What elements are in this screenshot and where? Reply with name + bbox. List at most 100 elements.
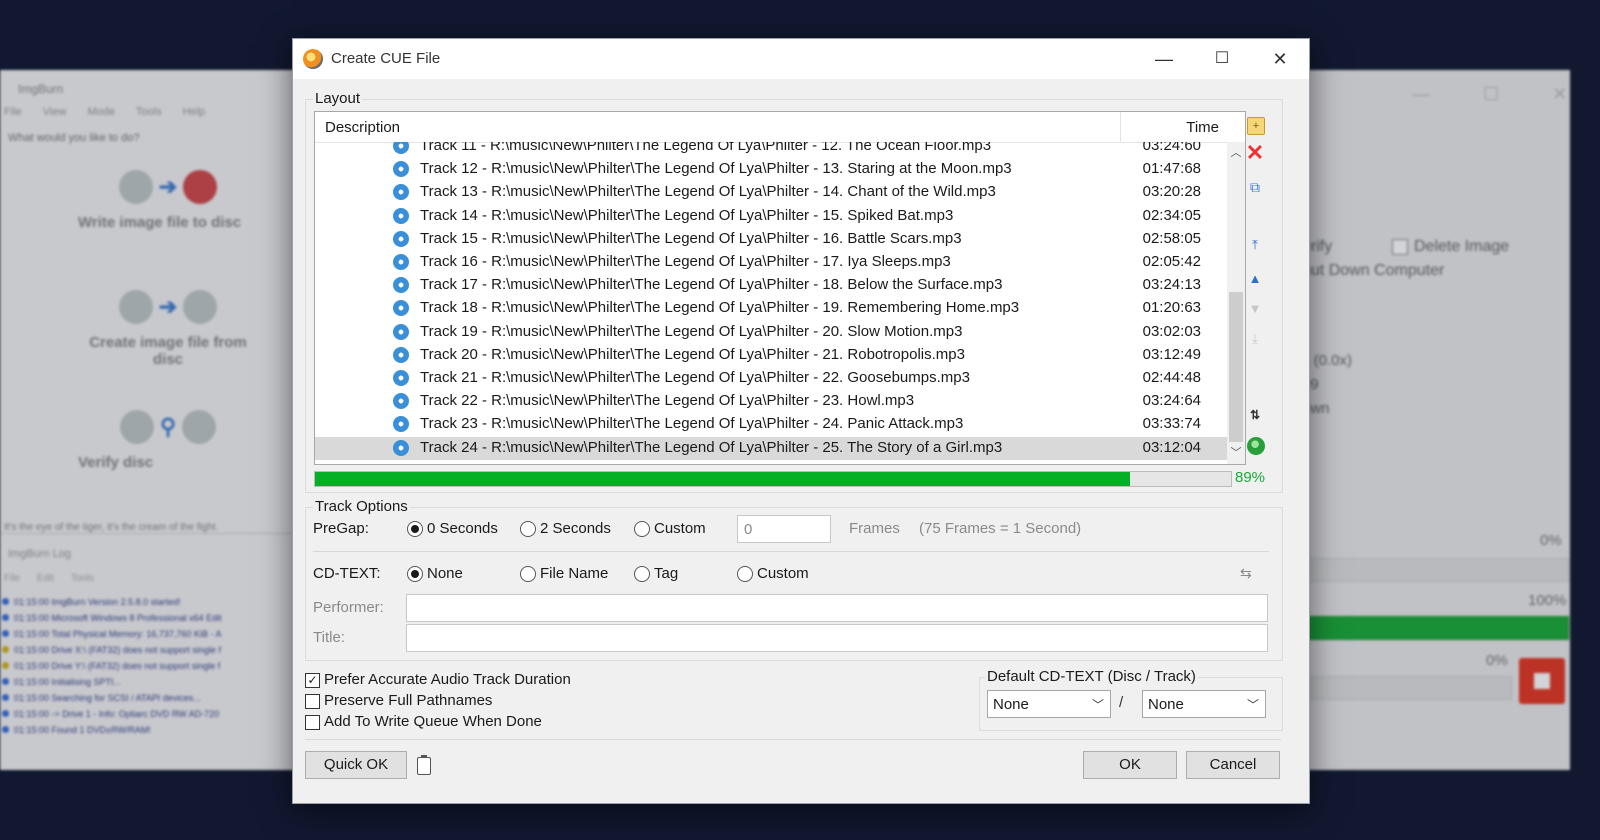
clipboard-icon[interactable]	[417, 755, 431, 775]
add-to-queue-checkbox[interactable]	[305, 715, 320, 730]
track-row[interactable]: Track 16 - R:\music\New\Philter\The Lege…	[315, 251, 1227, 274]
track-description: Track 13 - R:\music\New\Philter\The Lege…	[420, 183, 996, 201]
pregap-2-seconds-label[interactable]: 2 Seconds	[540, 520, 611, 537]
divider	[313, 551, 1269, 552]
maximize-button[interactable]: ☐	[1193, 39, 1251, 79]
audio-track-icon	[393, 323, 409, 340]
track-list-scrollbar[interactable]: ︿ ﹀	[1227, 142, 1245, 464]
track-time: 02:34:05	[1142, 206, 1201, 224]
move-up-icon[interactable]: ▲	[1245, 269, 1265, 289]
track-row[interactable]: Track 14 - R:\music\New\Philter\The Lege…	[315, 205, 1227, 228]
track-row[interactable]: Track 20 - R:\music\New\Philter\The Lege…	[315, 344, 1227, 367]
column-description[interactable]: Description	[325, 119, 400, 136]
cdtext-none-radio[interactable]	[407, 566, 423, 582]
track-select-value: None	[1148, 696, 1184, 713]
properties-icon[interactable]: ⧉	[1245, 177, 1265, 197]
track-row[interactable]: Track 21 - R:\music\New\Philter\The Lege…	[315, 367, 1227, 390]
cdtext-tag-label[interactable]: Tag	[654, 565, 678, 582]
cdtext-none-label[interactable]: None	[427, 565, 463, 582]
track-time: 03:33:74	[1142, 415, 1201, 433]
track-time: 03:24:13	[1142, 276, 1201, 294]
track-time: 01:47:68	[1142, 160, 1201, 178]
track-row[interactable]: Track 12 - R:\music\New\Philter\The Lege…	[315, 158, 1227, 181]
track-row[interactable]: Track 23 - R:\music\New\Philter\The Lege…	[315, 413, 1227, 436]
track-time: 03:20:28	[1142, 183, 1201, 201]
audio-track-icon	[393, 277, 409, 294]
prefer-accurate-label[interactable]: Prefer Accurate Audio Track Duration	[324, 671, 571, 688]
track-description: Track 17 - R:\music\New\Philter\The Lege…	[420, 276, 1003, 294]
audio-track-icon	[393, 230, 409, 247]
imgburn-app-icon	[303, 49, 323, 69]
cdtext-filename-radio[interactable]	[520, 566, 536, 582]
track-time: 03:12:04	[1142, 438, 1201, 456]
column-separator[interactable]	[1120, 112, 1121, 142]
track-row[interactable]: Track 15 - R:\music\New\Philter\The Lege…	[315, 228, 1227, 251]
frames-hint: (75 Frames = 1 Second)	[919, 520, 1082, 537]
audio-track-icon	[393, 207, 409, 224]
disc-select-value: None	[993, 696, 1029, 713]
audio-track-icon	[393, 346, 409, 363]
pregap-frames-input[interactable]	[738, 516, 830, 542]
track-row[interactable]: Track 18 - R:\music\New\Philter\The Lege…	[315, 297, 1227, 320]
disc-track-separator: /	[1119, 694, 1124, 711]
track-rows: Track 11 - R:\music\New\Philter\The Lege…	[315, 142, 1227, 464]
pregap-frames-input-box[interactable]	[737, 515, 831, 543]
prefer-accurate-checkbox[interactable]: ✓	[305, 673, 320, 688]
audio-track-icon	[393, 393, 409, 410]
divider	[305, 739, 1281, 740]
sort-icon[interactable]: ⇅	[1245, 405, 1265, 425]
swap-icon[interactable]: ⇆	[1240, 565, 1252, 582]
minimize-button[interactable]: —	[1135, 39, 1193, 79]
track-list[interactable]: Description Time Track 11 - R:\music\New…	[314, 111, 1246, 465]
cdtext-custom-radio[interactable]	[737, 566, 753, 582]
remove-icon[interactable]: ✕	[1245, 142, 1265, 164]
scroll-thumb[interactable]	[1229, 292, 1243, 442]
track-time: 02:05:42	[1142, 253, 1201, 270]
layout-group-label: Layout	[313, 90, 363, 107]
cdtext-tag-radio[interactable]	[634, 566, 650, 582]
track-time: 03:02:03	[1142, 322, 1201, 340]
track-row[interactable]: Track 11 - R:\music\New\Philter\The Lege…	[315, 142, 1227, 158]
preserve-pathnames-label[interactable]: Preserve Full Pathnames	[324, 692, 492, 709]
title-input[interactable]	[407, 625, 1267, 651]
pregap-custom-radio[interactable]	[634, 521, 650, 537]
track-description: Track 11 - R:\music\New\Philter\The Lege…	[420, 142, 992, 154]
cancel-button[interactable]: Cancel	[1186, 751, 1280, 779]
performer-input-box[interactable]	[406, 594, 1268, 622]
close-button[interactable]: ✕	[1251, 39, 1309, 79]
track-list-header: Description Time	[315, 112, 1227, 143]
track-description: Track 12 - R:\music\New\Philter\The Lege…	[420, 160, 1012, 178]
column-time[interactable]: Time	[1186, 119, 1219, 136]
cdtext-custom-label[interactable]: Custom	[757, 565, 809, 582]
scroll-up-icon[interactable]: ︿	[1227, 144, 1245, 162]
move-down-icon[interactable]: ▼	[1245, 299, 1265, 319]
track-row[interactable]: Track 13 - R:\music\New\Philter\The Lege…	[315, 181, 1227, 204]
track-row[interactable]: Track 22 - R:\music\New\Philter\The Lege…	[315, 390, 1227, 413]
dialog-title: Create CUE File	[331, 50, 441, 67]
move-bottom-icon[interactable]: ⤓	[1245, 329, 1265, 349]
pregap-custom-label[interactable]: Custom	[654, 520, 706, 537]
scroll-down-icon[interactable]: ﹀	[1227, 444, 1245, 462]
globe-icon[interactable]	[1247, 437, 1265, 455]
quick-ok-button[interactable]: Quick OK	[305, 751, 407, 779]
default-cdtext-track-select[interactable]: None ﹀	[1142, 690, 1266, 718]
title-input-box[interactable]	[406, 624, 1268, 652]
track-row[interactable]: Track 17 - R:\music\New\Philter\The Lege…	[315, 274, 1227, 297]
create-cue-dialog: Create CUE File — ☐ ✕ Layout Description…	[292, 38, 1310, 804]
pregap-0-seconds-radio[interactable]	[407, 521, 423, 537]
ok-button[interactable]: OK	[1083, 751, 1177, 779]
track-row[interactable]: Track 24 - R:\music\New\Philter\The Lege…	[315, 436, 1227, 460]
move-top-icon[interactable]: ⤒	[1245, 235, 1265, 255]
preserve-pathnames-checkbox[interactable]	[305, 694, 320, 709]
audio-track-icon	[393, 439, 409, 456]
pregap-2-seconds-radio[interactable]	[520, 521, 536, 537]
track-description: Track 22 - R:\music\New\Philter\The Lege…	[420, 392, 915, 410]
pregap-0-seconds-label[interactable]: 0 Seconds	[427, 520, 498, 537]
add-file-icon[interactable]: +	[1247, 117, 1265, 135]
track-row[interactable]: Track 19 - R:\music\New\Philter\The Lege…	[315, 321, 1227, 344]
add-to-queue-label[interactable]: Add To Write Queue When Done	[324, 713, 542, 730]
cdtext-filename-label[interactable]: File Name	[540, 565, 608, 582]
default-cdtext-disc-select[interactable]: None ﹀	[987, 690, 1111, 718]
default-cdtext-label: Default CD-TEXT (Disc / Track)	[985, 668, 1198, 685]
performer-input[interactable]	[407, 595, 1267, 621]
